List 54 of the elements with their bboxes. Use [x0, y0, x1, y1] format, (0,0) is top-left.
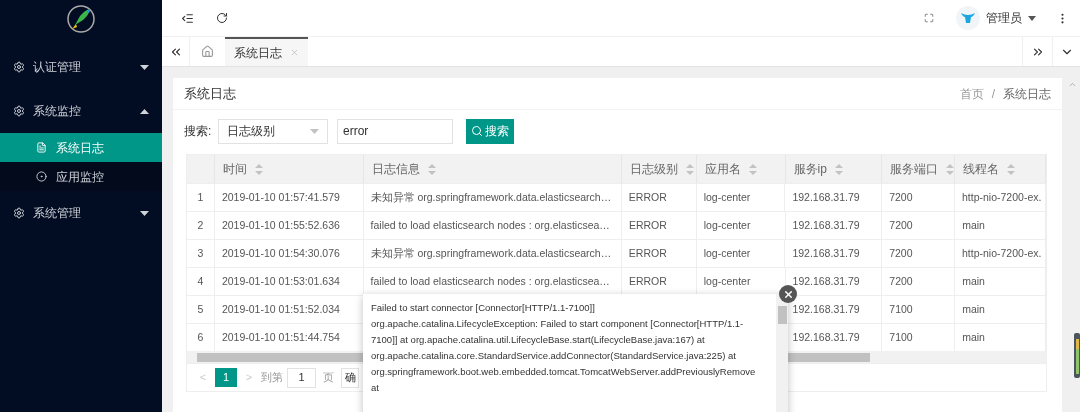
goto-label: 到第 — [261, 370, 283, 386]
popup-text-line: at — [371, 381, 380, 395]
table-cell-text: 2019-01-10 01:54:30.076 — [221, 245, 340, 261]
table-cell-text: log-center — [703, 217, 751, 233]
table-cell-text: 4 — [197, 273, 204, 289]
table-cell-text: 7200 — [889, 189, 913, 205]
table-cell-text: 2019-01-10 01:57:41.579 — [221, 189, 340, 205]
table-cell-text: log-center — [703, 245, 751, 261]
table-cell-text: 192.168.31.79 — [792, 301, 860, 317]
table-cell-text: 2 — [197, 217, 204, 233]
table-cell-text: main — [962, 329, 985, 345]
table-cell-text: 192.168.31.79 — [792, 217, 860, 233]
table-cell-text: log-center — [703, 273, 751, 289]
table-cell-text: 7100 — [889, 329, 913, 345]
table-cell-text: 7100 — [889, 301, 913, 317]
table-cell-text: 192.168.31.79 — [792, 189, 860, 205]
table-cell-text: 7200 — [889, 273, 913, 289]
table-cell-text: ERROR — [628, 245, 667, 261]
table-cell-text: main — [962, 301, 985, 317]
search-label: 搜索: — [184, 123, 213, 140]
table-cell-text: 192.168.31.79 — [792, 273, 860, 289]
popup-text-line: Failed to start connector [Connector[HTTP/1.1-7100]] — [371, 301, 596, 315]
page-unit: 页 — [323, 370, 334, 386]
breadcrumb-current: 系统日志 — [1003, 85, 1051, 103]
table-cell-text: http-nio-7200-ex. — [962, 245, 1042, 261]
table-cell-text: ERROR — [628, 217, 667, 233]
popup-text-line: org.apache.catalina.LifecycleException: Failed to start component [Connector[HTTP/1.1- — [371, 317, 745, 331]
table-cell-text: 未知异常 org.springframework.data.elasticsearch… — [370, 245, 612, 261]
table-cell-text: 192.168.31.79 — [792, 245, 860, 261]
popup-text-line: org.springframework.boot.web.embedded.tomcat.TomcatWebServer.addPreviouslyRemove — [371, 365, 757, 379]
table-cell-text: 2019-01-10 01:51:52.034 — [221, 301, 340, 317]
table-cell-text: main — [962, 217, 985, 233]
popup-text-line: org.apache.catalina.core.StandardService.addConnector(StandardService.java:225) at — [371, 349, 737, 363]
table-cell-text: failed to load elasticsearch nodes : org.elasticsea… — [370, 273, 610, 289]
table-cell-text: 1 — [197, 189, 204, 205]
table-cell-text: 192.168.31.79 — [792, 329, 860, 345]
table-cell-text: 2019-01-10 01:51:44.754 — [221, 329, 340, 345]
table-cell-text: 2019-01-10 01:53:01.634 — [221, 273, 340, 289]
table-cell-text: 6 — [197, 329, 204, 345]
table-cell-text: 7200 — [889, 245, 913, 261]
table-cell-text: 未知异常 org.springframework.data.elasticsearch… — [370, 189, 612, 205]
breadcrumb-separator: / — [991, 85, 995, 103]
table-cell-text: main — [962, 273, 985, 289]
table-cell-text: 2019-01-10 01:55:52.636 — [221, 217, 340, 233]
table-cell-text: ERROR — [628, 189, 667, 205]
table-cell-text: ERROR — [628, 273, 667, 289]
popup-text-line: 7100]] at org.apache.catalina.util.LifecycleBase.start(LifecycleBase.java:167) at — [371, 333, 706, 347]
table-cell-text: 7200 — [889, 217, 913, 233]
page-title: 系统日志 — [184, 84, 237, 103]
table-cell-text: http-nio-7200-ex. — [962, 189, 1042, 205]
table-cell-text: failed to load elasticsearch nodes : org.elasticsea… — [370, 217, 610, 233]
table-cell-text: 5 — [197, 301, 204, 317]
table-cell-text: log-center — [703, 189, 751, 205]
table-cell-text: 3 — [197, 245, 204, 261]
